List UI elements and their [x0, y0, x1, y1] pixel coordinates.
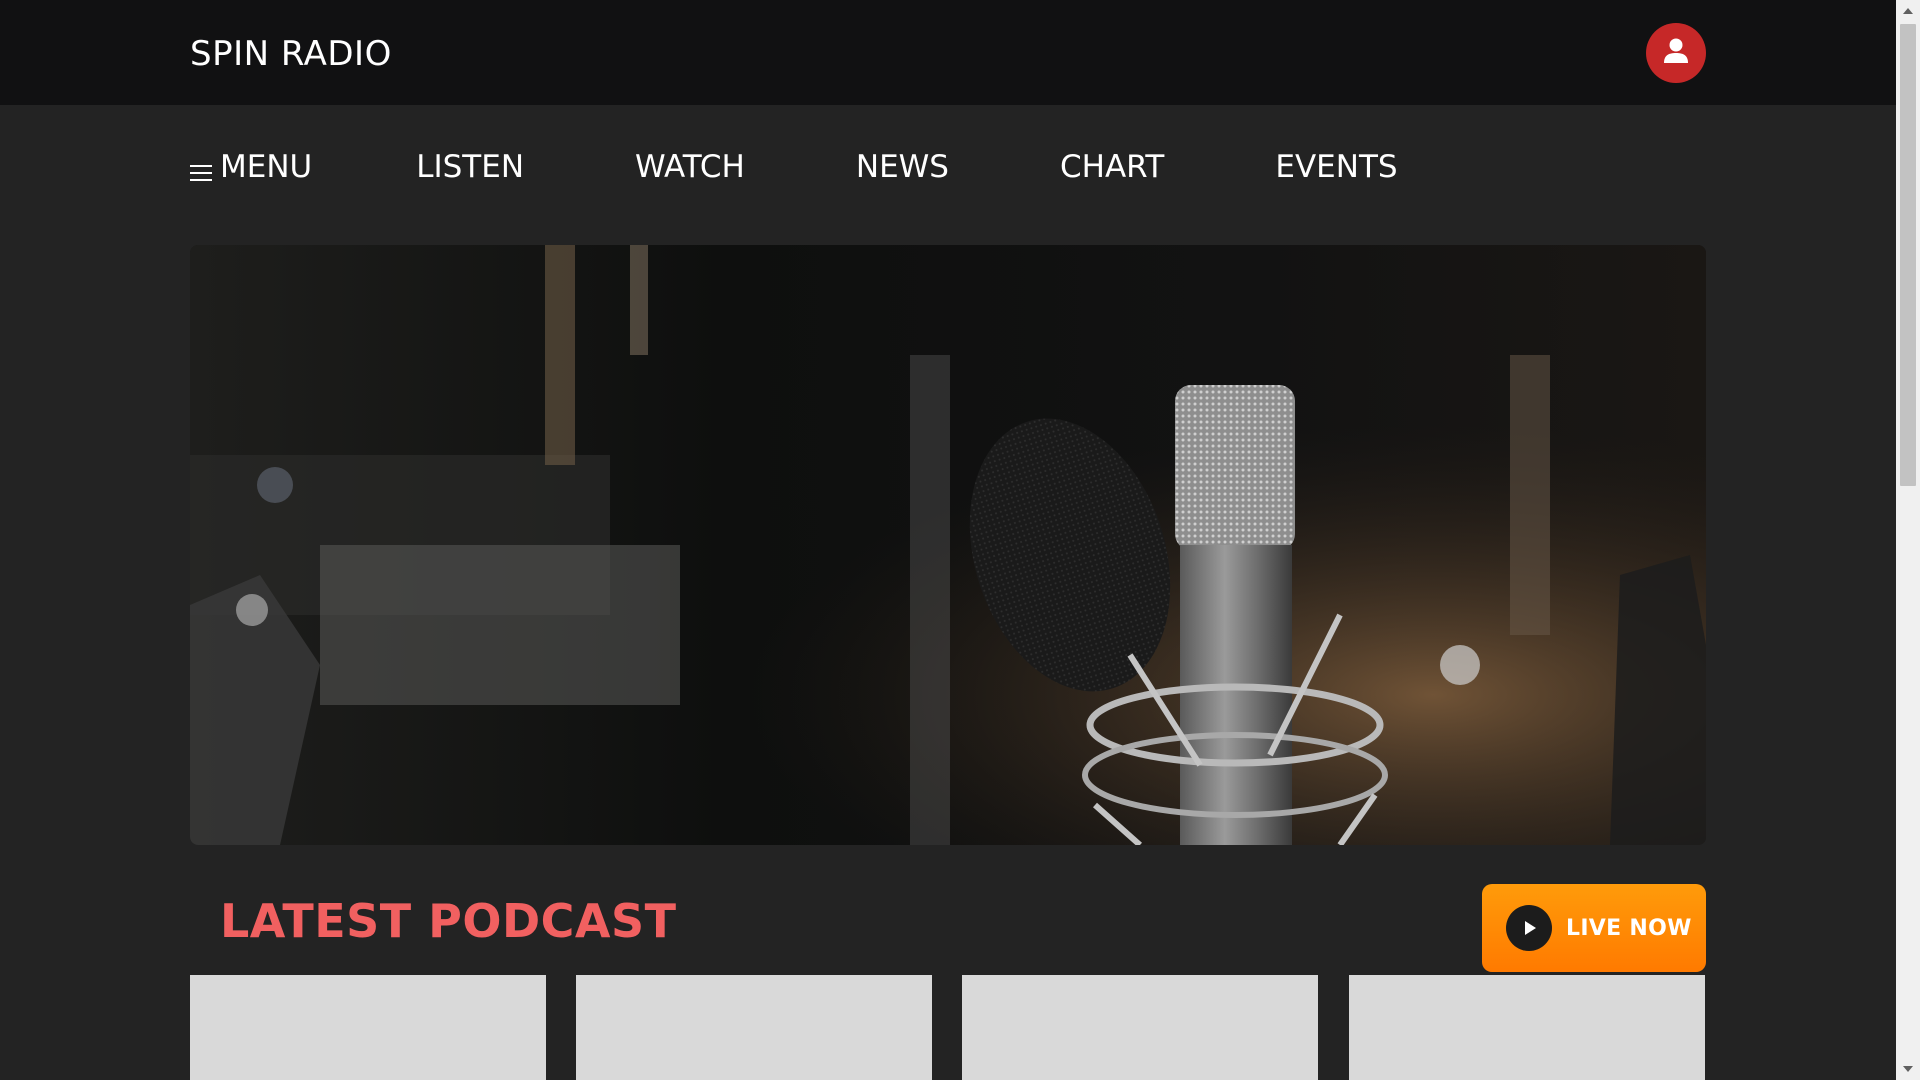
hamburger-icon — [190, 155, 212, 181]
nav-item-news[interactable]: NEWS — [856, 145, 949, 189]
live-now-button[interactable]: LIVE NOW — [1482, 884, 1706, 972]
main-nav: MENU LISTEN WATCH NEWS CHART EVENTS — [190, 145, 1509, 189]
menu-button[interactable]: MENU — [190, 149, 312, 185]
page: SPIN RADIO MENU LISTEN WATCH NEWS CHART … — [0, 0, 1920, 1080]
podcast-card[interactable] — [190, 975, 546, 1080]
brand-logo[interactable]: SPIN RADIO — [190, 34, 392, 74]
content: SPIN RADIO MENU LISTEN WATCH NEWS CHART … — [0, 0, 1896, 1080]
podcast-card[interactable] — [962, 975, 1318, 1080]
nav-item-listen[interactable]: LISTEN — [416, 145, 524, 189]
hero-banner — [190, 245, 1706, 845]
scroll-down-arrow-icon[interactable] — [1896, 1058, 1920, 1080]
podcast-cards — [190, 975, 1706, 1080]
menu-label: MENU — [220, 149, 313, 185]
vertical-scrollbar[interactable] — [1896, 0, 1920, 1080]
nav-item-watch[interactable]: WATCH — [635, 145, 745, 189]
live-now-label: LIVE NOW — [1566, 915, 1692, 941]
play-icon — [1506, 905, 1552, 951]
nav-item-chart[interactable]: CHART — [1060, 145, 1164, 189]
top-bar: SPIN RADIO — [0, 0, 1896, 105]
podcast-card[interactable] — [1349, 975, 1705, 1080]
nav-item-events[interactable]: EVENTS — [1275, 145, 1397, 189]
account-button[interactable] — [1646, 23, 1706, 83]
podcast-card[interactable] — [576, 975, 932, 1080]
studio-microphone-image — [190, 245, 1706, 845]
user-icon — [1661, 36, 1691, 70]
scrollbar-thumb[interactable] — [1900, 24, 1916, 486]
scroll-up-arrow-icon[interactable] — [1896, 0, 1920, 22]
latest-podcast-title: LATEST PODCAST — [220, 894, 677, 948]
